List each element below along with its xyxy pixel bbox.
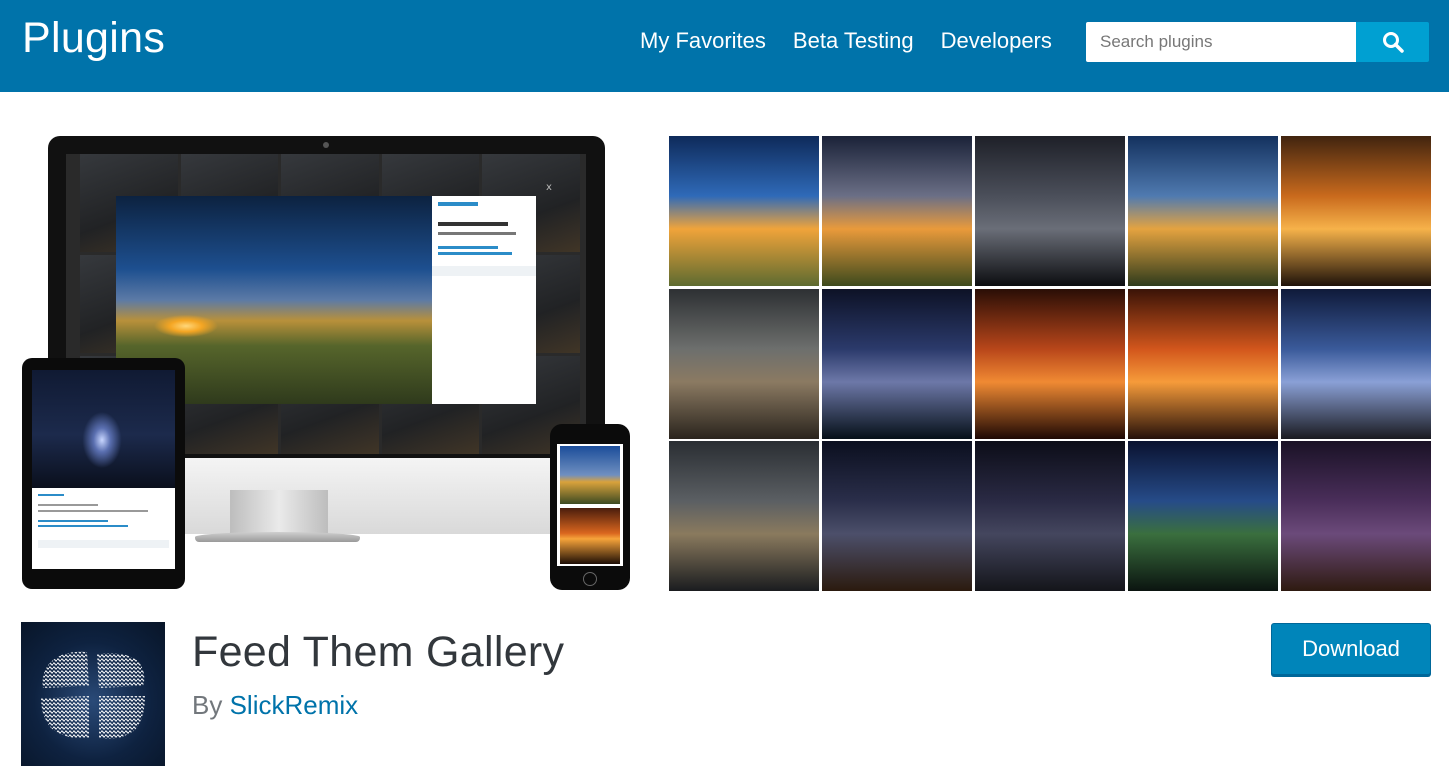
monitor-stand: [230, 490, 328, 535]
download-button[interactable]: Download: [1271, 623, 1431, 675]
lightbox-close-icon: x: [546, 182, 552, 193]
photo-orange-sky-waves: [975, 288, 1125, 439]
monitor-camera: [323, 142, 329, 148]
search-input[interactable]: [1086, 22, 1356, 62]
monitor-base: [195, 532, 360, 542]
photo-sunflower-field-sunset: [822, 136, 972, 286]
tablet-photo: [32, 370, 175, 488]
phone-device: [550, 424, 630, 590]
lightbox-info-card: [432, 196, 536, 404]
photo-driftwood-beach: [669, 441, 819, 591]
photo-lightning-bridge: [1281, 288, 1431, 439]
photo-flashlight-milky-way: [1128, 441, 1278, 591]
tablet-device: [22, 358, 185, 589]
plugin-banner: x: [0, 92, 1449, 612]
photo-milky-way-dead-tree: [975, 136, 1125, 286]
nav-my-favorites[interactable]: My Favorites: [640, 27, 766, 55]
photo-sunset-beach-clouds: [669, 136, 819, 286]
search-form: [1086, 22, 1429, 62]
photo-lightning-storm-night: [822, 288, 972, 439]
photo-pier-posts-sunset: [1281, 136, 1431, 286]
nav-developers[interactable]: Developers: [941, 27, 1052, 55]
phone-home-button: [583, 572, 597, 586]
photo-grid: [669, 136, 1431, 591]
fingerprint-tiles-icon: [41, 651, 145, 739]
search-button[interactable]: [1356, 22, 1429, 62]
site-title[interactable]: Plugins: [22, 14, 165, 63]
plugin-byline: By SlickRemix: [192, 690, 358, 721]
phone-screen: [557, 444, 623, 566]
main-nav: My Favorites Beta Testing Developers: [640, 27, 1079, 55]
photo-rocky-shore-dusk: [669, 288, 819, 439]
photo-sunset-shore-foliage: [1128, 136, 1278, 286]
author-link[interactable]: SlickRemix: [230, 690, 359, 720]
site-header: Plugins My Favorites Beta Testing Develo…: [0, 0, 1449, 92]
byline-prefix: By: [192, 690, 223, 720]
search-icon: [1382, 32, 1404, 53]
nav-beta-testing[interactable]: Beta Testing: [793, 27, 914, 55]
photo-surfer-silhouette-sunset: [1128, 288, 1278, 439]
photo-lighthouse-milky-way: [822, 441, 972, 591]
plugin-title: Feed Them Gallery: [192, 628, 565, 676]
plugin-icon: [21, 622, 165, 766]
photo-car-under-stars: [975, 441, 1125, 591]
tablet-screen: [32, 370, 175, 569]
photo-lifeguard-tower-night: [1281, 441, 1431, 591]
